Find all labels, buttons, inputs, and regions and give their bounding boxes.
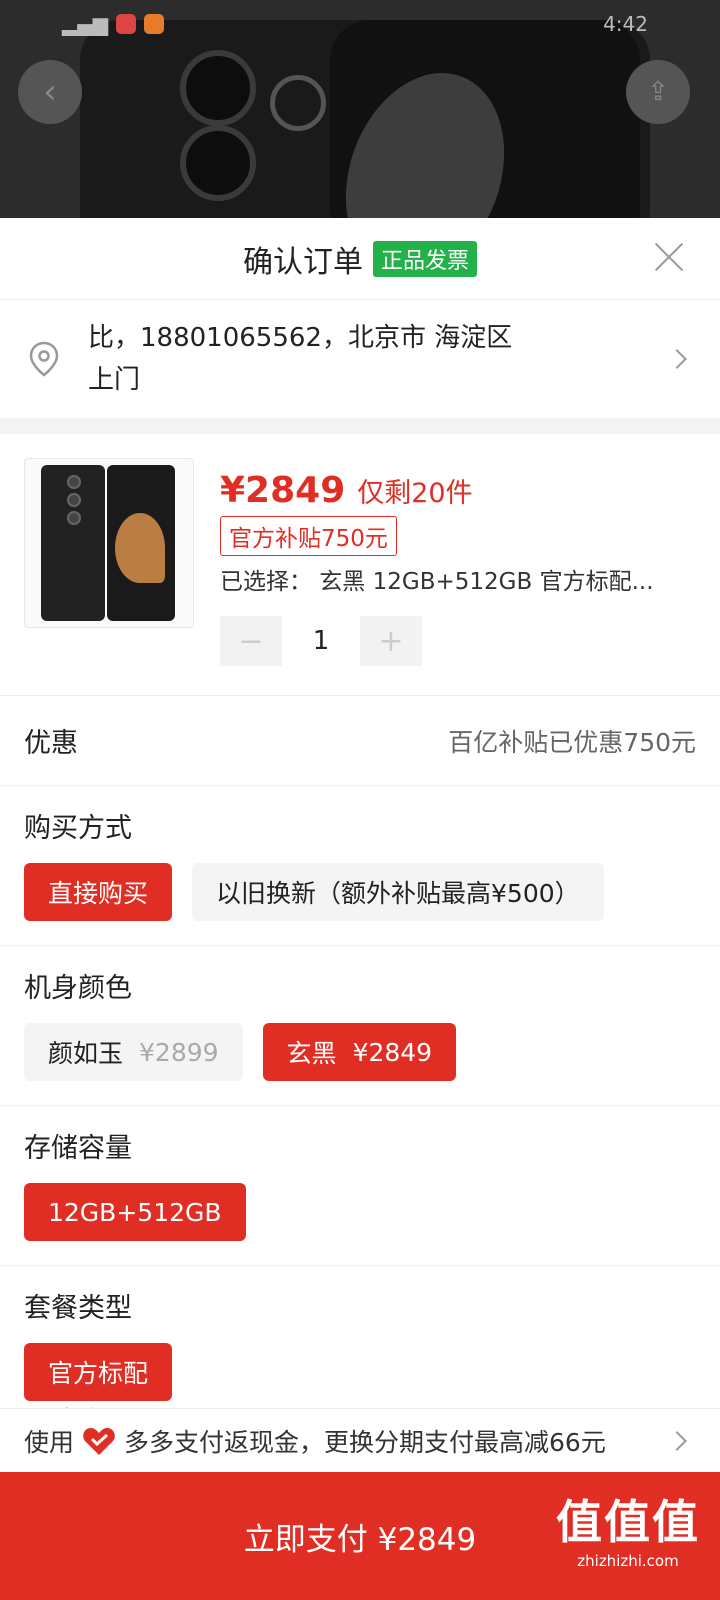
quantity-stepper: − 1 + bbox=[220, 616, 422, 666]
wallpaper-flower bbox=[115, 513, 165, 583]
page-title: 确认订单 bbox=[242, 244, 363, 280]
promo-prefix: 使用 bbox=[24, 1427, 75, 1457]
product-price: ¥2849 bbox=[220, 470, 346, 511]
subsidy-tag: 官方补贴750元 bbox=[220, 516, 397, 556]
background-phone-screen bbox=[330, 20, 640, 230]
option-trade-in[interactable]: 以旧换新（额外补贴最高¥500） bbox=[192, 863, 604, 921]
watermark-logo: 值值值 zhizhizhi.com bbox=[556, 1486, 700, 1570]
option-direct-buy[interactable]: 直接购买 bbox=[24, 863, 173, 921]
discount-row: 优惠 百亿补贴已优惠750元 bbox=[0, 696, 720, 786]
background-petal bbox=[330, 50, 532, 230]
status-bar: ▂▄▆ 4:42 bbox=[62, 6, 648, 42]
phone-front-image bbox=[107, 465, 175, 621]
quantity-value[interactable]: 1 bbox=[282, 626, 360, 656]
option-price: ¥2849 bbox=[352, 1037, 433, 1067]
address-row[interactable]: 比，18801065562，北京市 海淀区 上门 bbox=[0, 300, 720, 418]
camera-lens-icon bbox=[180, 125, 256, 201]
share-icon: ⇪ bbox=[647, 77, 669, 107]
heart-icon bbox=[83, 1427, 115, 1455]
camera-lens-icon bbox=[67, 511, 81, 525]
option-price: ¥2899 bbox=[139, 1037, 219, 1067]
color-label: 机身颜色 bbox=[24, 973, 132, 1004]
invoice-badge: 正品发票 bbox=[372, 240, 477, 277]
address-line1: 比，18801065562，北京市 海淀区 bbox=[88, 323, 513, 353]
chevron-right-icon bbox=[667, 1431, 687, 1451]
option-label: 颜如玉 bbox=[48, 1039, 124, 1068]
watermark-small: zhizhizhi.com bbox=[577, 1552, 679, 1570]
price-row: ¥2849 仅剩20件 bbox=[220, 470, 473, 511]
promo-text: 多多支付返现金，更换分期支付最高减66元 bbox=[124, 1427, 606, 1457]
back-arrow-icon: ‹ bbox=[43, 72, 57, 112]
stock-remaining: 仅剩20件 bbox=[357, 478, 473, 509]
background-product-gallery: ▂▄▆ 4:42 ‹ ⇪ bbox=[0, 0, 720, 230]
address-text: 比，18801065562，北京市 海淀区 上门 bbox=[88, 317, 512, 401]
option-color-black[interactable]: 玄黑 ¥2849 bbox=[262, 1023, 457, 1081]
confirm-order-sheet: 确认订单 正品发票 比，18801065562，北京市 海淀区 上门 ¥2849… bbox=[0, 218, 720, 1600]
share-button[interactable]: ⇪ bbox=[626, 60, 690, 124]
storage-label: 存储容量 bbox=[24, 1133, 132, 1164]
app-notification-icon bbox=[116, 14, 137, 34]
location-pin-icon bbox=[29, 341, 59, 377]
product-thumbnail[interactable] bbox=[24, 458, 194, 628]
chevron-right-icon bbox=[667, 349, 687, 369]
camera-ring-icon bbox=[270, 75, 326, 131]
increase-button[interactable]: + bbox=[360, 616, 422, 666]
option-color-jade[interactable]: 颜如玉 ¥2899 bbox=[24, 1023, 243, 1081]
option-storage-512[interactable]: 12GB+512GB bbox=[24, 1183, 246, 1241]
status-icons: ▂▄▆ bbox=[62, 12, 165, 36]
payment-promo-bar[interactable]: 使用 多多支付返现金，更换分期支付最高减66元 bbox=[0, 1408, 720, 1472]
decrease-button[interactable]: − bbox=[220, 616, 282, 666]
option-label: 玄黑 bbox=[286, 1039, 337, 1068]
section-divider bbox=[0, 418, 720, 434]
package-label: 套餐类型 bbox=[24, 1293, 132, 1324]
storage-section: 存储容量 12GB+512GB bbox=[0, 1106, 720, 1266]
option-package-standard[interactable]: 官方标配 bbox=[24, 1343, 173, 1401]
selected-spec: 已选择： 玄黑 12GB+512GB 官方标配... bbox=[220, 569, 654, 595]
address-line2: 上门 bbox=[88, 365, 141, 395]
discount-value: 百亿补贴已优惠750元 bbox=[448, 727, 696, 757]
camera-lens-icon bbox=[180, 50, 256, 126]
camera-lens-icon bbox=[67, 475, 81, 489]
product-card: ¥2849 仅剩20件 官方补贴750元 已选择： 玄黑 12GB+512GB … bbox=[0, 434, 720, 696]
back-button[interactable]: ‹ bbox=[18, 60, 82, 124]
color-section: 机身颜色 颜如玉 ¥2899 玄黑 ¥2849 bbox=[0, 946, 720, 1106]
sheet-header: 确认订单 正品发票 bbox=[0, 218, 720, 300]
phone-back-image bbox=[41, 465, 105, 621]
video-notification-icon bbox=[144, 14, 165, 34]
discount-label: 优惠 bbox=[24, 728, 78, 759]
close-icon[interactable] bbox=[652, 240, 686, 274]
pay-now-label: 立即支付 ¥2849 bbox=[243, 1521, 477, 1558]
status-time: 4:42 bbox=[603, 12, 648, 36]
camera-lens-icon bbox=[67, 493, 81, 507]
purchase-method-section: 购买方式 直接购买 以旧换新（额外补贴最高¥500） bbox=[0, 786, 720, 946]
purchase-method-label: 购买方式 bbox=[24, 813, 132, 844]
signal-icon: ▂▄▆ bbox=[62, 12, 109, 36]
watermark-big: 值值值 bbox=[556, 1495, 700, 1549]
pay-now-button[interactable]: 立即支付 ¥2849 值值值 zhizhizhi.com bbox=[0, 1472, 720, 1600]
